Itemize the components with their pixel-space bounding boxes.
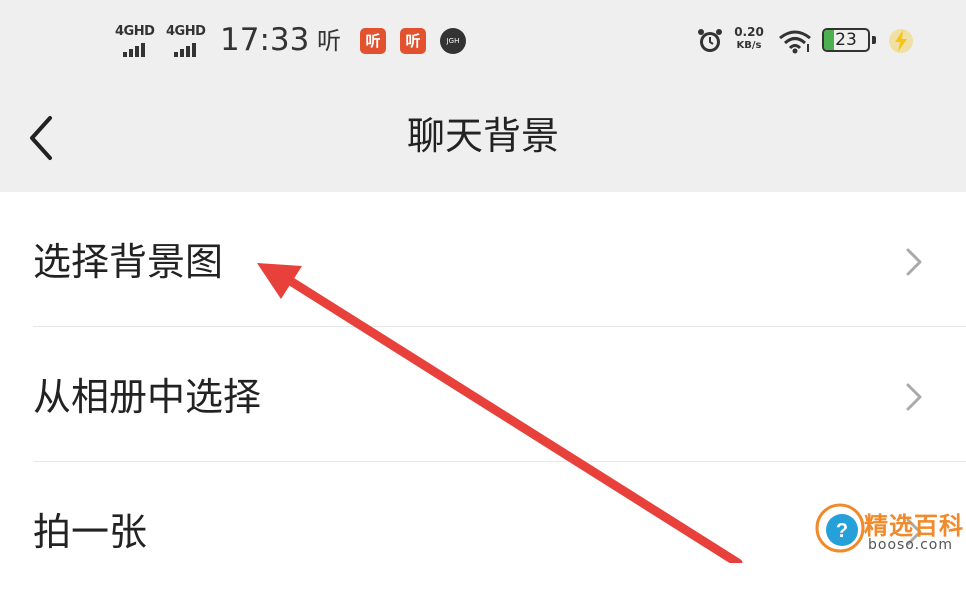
listen-app-icon: 听 bbox=[317, 27, 341, 55]
signal-label: 4GHD bbox=[166, 24, 206, 39]
signal-icon: 4GHD bbox=[166, 24, 210, 57]
menu-item-choose-background[interactable]: 选择背景图 bbox=[0, 192, 966, 327]
net-speed-value: 0.20 bbox=[734, 25, 764, 39]
battery-level: 23 bbox=[835, 30, 857, 50]
net-speed-unit: KB/s bbox=[736, 40, 762, 51]
question-mark-icon: ? bbox=[815, 503, 865, 553]
menu-item-label: 选择背景图 bbox=[33, 240, 224, 284]
alarm-icon bbox=[698, 29, 722, 52]
charging-bolt-icon bbox=[889, 29, 913, 53]
status-bar: 4GHD 4GHD 17:33 听 听 听 JGH 0.20 KB/s 23 bbox=[0, 0, 966, 84]
app-dot-icon: JGH bbox=[440, 28, 466, 54]
clock: 17:33 bbox=[220, 22, 310, 58]
menu-item-choose-from-album[interactable]: 从相册中选择 bbox=[0, 327, 966, 462]
watermark-brand: 精选百科 bbox=[864, 512, 964, 540]
signal-icon: 4GHD bbox=[115, 24, 159, 57]
wifi-icon bbox=[779, 30, 811, 54]
navigation-bar: 聊天背景 bbox=[0, 84, 966, 192]
net-speed: 0.20 KB/s bbox=[732, 26, 766, 52]
chevron-right-icon bbox=[906, 383, 922, 411]
watermark-url: booso.com bbox=[868, 537, 953, 553]
menu-item-label: 拍一张 bbox=[33, 510, 148, 554]
signal-label: 4GHD bbox=[115, 24, 155, 39]
menu-item-label: 从相册中选择 bbox=[33, 375, 262, 419]
battery-icon: 23 bbox=[822, 28, 876, 54]
svg-text:?: ? bbox=[836, 520, 848, 542]
watermark: ? 精选百科 booso.com bbox=[806, 500, 966, 563]
listen-app-icon: 听 bbox=[360, 28, 386, 54]
chevron-right-icon bbox=[906, 248, 922, 276]
listen-app-icon: 听 bbox=[400, 28, 426, 54]
page-title: 聊天背景 bbox=[406, 114, 559, 158]
